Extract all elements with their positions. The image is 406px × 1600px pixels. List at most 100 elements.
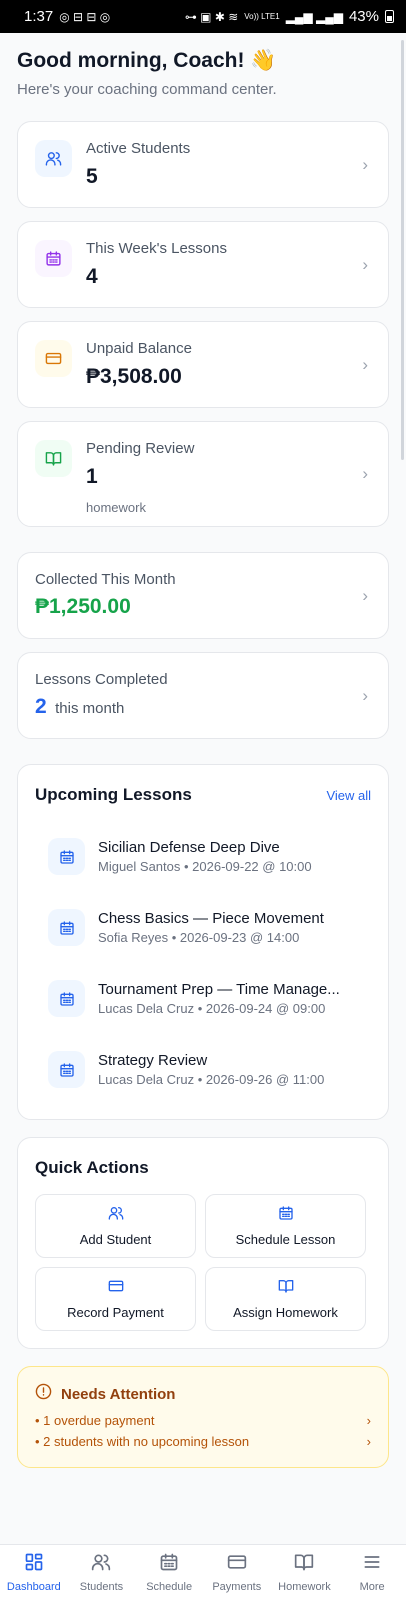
- chevron-right-icon: ›: [362, 464, 368, 483]
- status-time: 1:37: [24, 8, 54, 25]
- needs-attention-card: Needs Attention • 1 overdue payment › • …: [17, 1366, 389, 1468]
- lesson-title: Sicilian Defense Deep Dive: [98, 839, 280, 856]
- lesson-item[interactable]: Sicilian Defense Deep Dive Miguel Santos…: [48, 821, 371, 892]
- stat-card-active-students[interactable]: Active Students 5 ›: [17, 121, 389, 208]
- chevron-right-icon: ›: [366, 1434, 371, 1449]
- book-icon: [35, 440, 72, 477]
- stat-value: 1: [86, 465, 98, 488]
- lesson-item[interactable]: Chess Basics — Piece Movement Sofia Reye…: [48, 892, 371, 963]
- stat-value: 5: [86, 165, 98, 188]
- menu-icon: [362, 1552, 382, 1577]
- users-icon: [35, 140, 72, 177]
- credit-card-icon: [108, 1278, 124, 1299]
- calendar-icon: [48, 980, 85, 1017]
- button-label: Record Payment: [67, 1305, 164, 1320]
- section-title: Upcoming Lessons: [35, 785, 192, 804]
- completed-label: Lessons Completed: [35, 671, 168, 688]
- calendar-icon: [48, 909, 85, 946]
- calendar-icon: [48, 1051, 85, 1088]
- button-label: Add Student: [79, 1232, 152, 1247]
- completed-suffix: this month: [55, 700, 125, 717]
- status-bar: 1:37 ◎ ⊟ ⊟ ◎ ⊶ ▣ ✱ ≋ Vo)) LTE1 ▂▄▆ ▂▄▆ 4…: [0, 0, 406, 33]
- tab-label: Dashboard: [6, 1581, 61, 1593]
- tab-students[interactable]: Students: [68, 1545, 135, 1600]
- button-label: Assign Homework: [233, 1305, 338, 1320]
- record-payment-button[interactable]: Record Payment: [35, 1267, 196, 1331]
- signal-icon: ▂▄▆ ▂▄▆: [285, 9, 343, 24]
- stat-label: Active Students: [86, 140, 191, 157]
- button-label: Schedule Lesson: [235, 1232, 336, 1247]
- chevron-right-icon: ›: [362, 354, 368, 374]
- tab-label: Schedule: [146, 1581, 193, 1593]
- lesson-title: Tournament Prep — Time Manage...: [98, 981, 340, 998]
- section-title: Quick Actions: [35, 1158, 149, 1177]
- network-label: Vo)) LTE1: [244, 11, 280, 21]
- notification-icons: ◎ ⊟ ⊟ ◎: [59, 9, 111, 24]
- collected-value: ₱1,250.00: [35, 595, 131, 618]
- lesson-title: Chess Basics — Piece Movement: [98, 910, 324, 927]
- stat-value: ₱3,508.00: [86, 365, 182, 388]
- lesson-item[interactable]: Tournament Prep — Time Manage... Lucas D…: [48, 963, 371, 1034]
- lesson-meta: Miguel Santos • 2026-09-22 @ 10:00: [98, 859, 312, 874]
- stat-label: This Week's Lessons: [86, 240, 227, 257]
- tab-dashboard[interactable]: Dashboard: [0, 1545, 67, 1600]
- system-icons: ⊶ ▣ ✱ ≋: [184, 9, 239, 24]
- credit-card-icon: [35, 340, 72, 377]
- collected-month-card[interactable]: Collected This Month ₱1,250.00 ›: [17, 552, 389, 639]
- stat-card-pending-review[interactable]: Pending Review 1 homework ›: [17, 421, 389, 527]
- calendar-icon: [159, 1552, 179, 1577]
- completed-count: 2: [35, 695, 47, 718]
- book-icon: [278, 1278, 294, 1299]
- attention-title: Needs Attention: [61, 1385, 176, 1403]
- tab-label: More: [359, 1581, 385, 1593]
- tab-more[interactable]: More: [339, 1545, 406, 1600]
- grid-icon: [24, 1552, 44, 1577]
- lesson-meta: Lucas Dela Cruz • 2026-09-24 @ 09:00: [98, 1001, 326, 1016]
- attention-item-text: • 2 students with no upcoming lesson: [35, 1434, 250, 1449]
- scrollbar[interactable]: [401, 40, 404, 460]
- view-all-link[interactable]: View all: [326, 788, 371, 803]
- battery-percent: 43%: [348, 8, 379, 25]
- tab-payments[interactable]: Payments: [203, 1545, 270, 1600]
- users-icon: [91, 1552, 111, 1577]
- lesson-meta: Sofia Reyes • 2026-09-23 @ 14:00: [98, 930, 300, 945]
- stat-card-week-lessons[interactable]: This Week's Lessons 4 ›: [17, 221, 389, 308]
- chevron-right-icon: ›: [362, 254, 368, 274]
- credit-card-icon: [227, 1552, 247, 1577]
- alert-circle-icon: [35, 1383, 52, 1405]
- schedule-lesson-button[interactable]: Schedule Lesson: [205, 1194, 366, 1258]
- tab-label: Payments: [212, 1581, 262, 1593]
- upcoming-lessons-card: Upcoming Lessons View all Sicilian Defen…: [17, 764, 389, 1120]
- calendar-icon: [48, 838, 85, 875]
- add-student-button[interactable]: Add Student: [35, 1194, 196, 1258]
- chevron-right-icon: ›: [362, 154, 368, 174]
- stat-value: 4: [86, 265, 98, 288]
- lesson-title: Strategy Review: [98, 1052, 208, 1069]
- stat-label: Unpaid Balance: [86, 340, 192, 357]
- attention-item-text: • 1 overdue payment: [35, 1413, 155, 1428]
- chevron-right-icon: ›: [362, 585, 368, 605]
- calendar-icon: [278, 1205, 294, 1226]
- attention-item[interactable]: • 1 overdue payment ›: [35, 1413, 371, 1428]
- book-icon: [294, 1552, 314, 1577]
- battery-icon: [385, 10, 394, 23]
- calendar-icon: [35, 240, 72, 277]
- lessons-completed-card[interactable]: Lessons Completed 2 this month ›: [17, 652, 389, 739]
- stat-card-unpaid-balance[interactable]: Unpaid Balance ₱3,508.00 ›: [17, 321, 389, 408]
- quick-actions-card: Quick Actions Add Student Schedule Lesso…: [17, 1137, 389, 1349]
- chevron-right-icon: ›: [366, 1413, 371, 1428]
- tab-homework[interactable]: Homework: [271, 1545, 338, 1600]
- lesson-meta: Lucas Dela Cruz • 2026-09-26 @ 11:00: [98, 1072, 325, 1087]
- assign-homework-button[interactable]: Assign Homework: [205, 1267, 366, 1331]
- attention-item[interactable]: • 2 students with no upcoming lesson ›: [35, 1434, 371, 1449]
- dashboard-content: Good morning, Coach! 👋 Here's your coach…: [17, 33, 389, 1468]
- page-title: Good morning, Coach! 👋: [17, 49, 277, 72]
- page-subtitle: Here's your coaching command center.: [17, 81, 277, 98]
- stat-label: Pending Review: [86, 440, 195, 457]
- users-icon: [108, 1205, 124, 1226]
- lesson-item[interactable]: Strategy Review Lucas Dela Cruz • 2026-0…: [48, 1034, 371, 1105]
- bottom-tab-bar: Dashboard Students Schedule Payments Hom…: [0, 1544, 406, 1600]
- stat-sublabel: homework: [86, 500, 146, 515]
- chevron-right-icon: ›: [362, 685, 368, 705]
- tab-schedule[interactable]: Schedule: [136, 1545, 203, 1600]
